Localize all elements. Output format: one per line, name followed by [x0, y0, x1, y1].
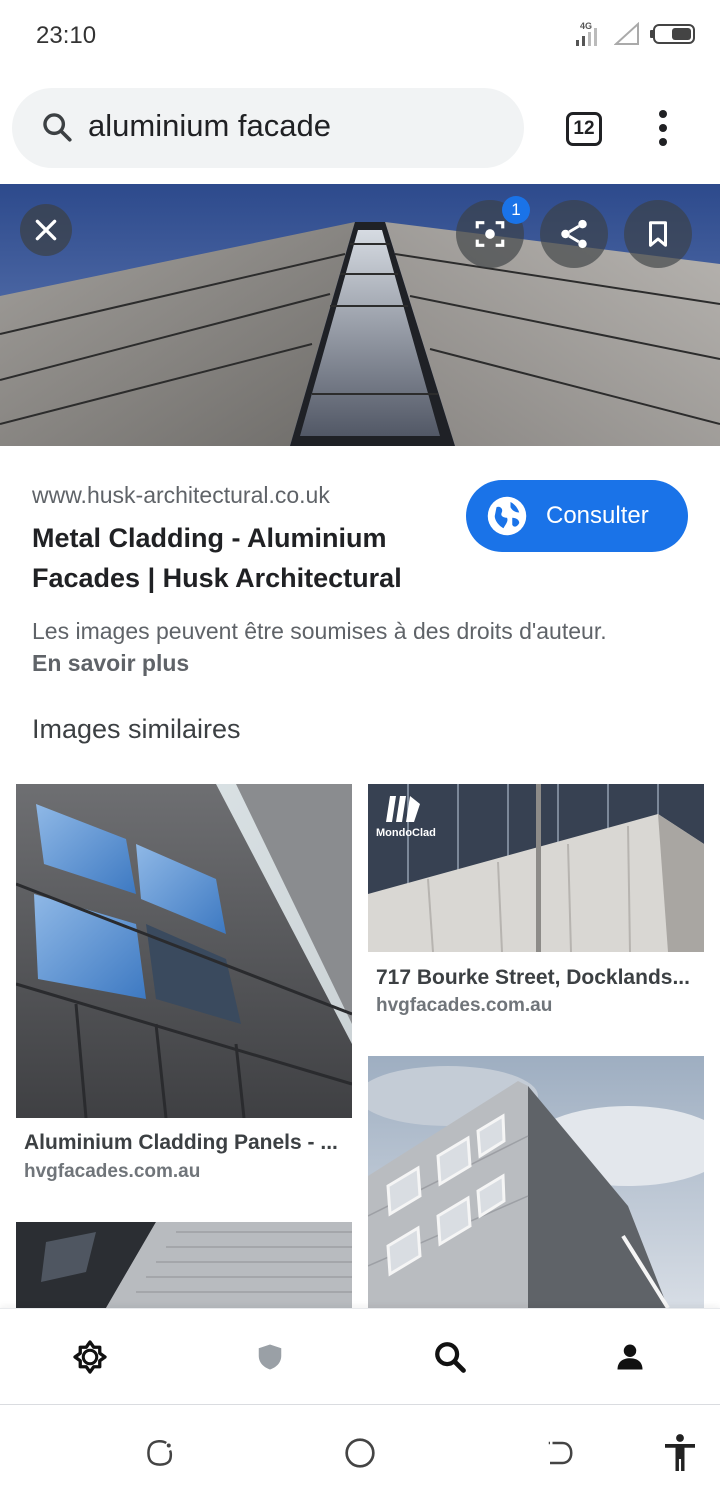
share-icon: [561, 219, 587, 249]
result-title[interactable]: Metal Cladding - Aluminium Facades | Hus…: [32, 518, 452, 598]
nav-search[interactable]: [430, 1337, 470, 1377]
learn-more-link[interactable]: En savoir plus: [32, 650, 189, 677]
result-title-line: Metal Cladding - Aluminium: [32, 523, 387, 553]
recents-icon: [147, 1440, 173, 1466]
nav-discover[interactable]: [70, 1337, 110, 1377]
bookmark-icon: [649, 221, 667, 247]
search-icon: [435, 1342, 466, 1373]
close-icon: [35, 219, 57, 241]
home-button[interactable]: [342, 1435, 378, 1471]
nav-account[interactable]: [610, 1337, 650, 1377]
tab-switcher-button[interactable]: 12: [566, 112, 602, 146]
similar-image-1[interactable]: [16, 784, 352, 1118]
similar-image-2[interactable]: MondoClad: [368, 784, 704, 952]
search-icon: [43, 113, 72, 142]
nav-privacy[interactable]: [250, 1337, 290, 1377]
similar-image-2-title[interactable]: 717 Bourke Street, Docklands...: [376, 966, 706, 990]
mondoclad-logo: MondoClad: [376, 827, 436, 839]
menu-dot: [659, 124, 667, 132]
similar-image-1-domain: hvgfacades.com.au: [24, 1161, 201, 1182]
back-button[interactable]: [542, 1435, 578, 1471]
shield-icon: [258, 1344, 282, 1370]
system-nav-bar: [0, 1404, 720, 1500]
globe-icon: [487, 496, 527, 536]
preview-image[interactable]: [0, 184, 720, 446]
status-bar: 23:10 4G: [0, 0, 720, 72]
account-icon: [617, 1344, 643, 1370]
lens-badge: 1: [502, 196, 530, 224]
overflow-menu-button[interactable]: [648, 108, 678, 148]
similar-image-1-title[interactable]: Aluminium Cladding Panels - ...: [24, 1131, 354, 1155]
menu-dot: [659, 110, 667, 118]
share-button[interactable]: [540, 200, 608, 268]
signal-4g-icon: 4G: [576, 21, 597, 46]
status-time: 23:10: [36, 22, 97, 49]
accessibility-icon: [665, 1434, 695, 1471]
home-circle-icon: [345, 1438, 375, 1468]
close-preview-button[interactable]: [20, 204, 72, 256]
battery-icon: [650, 24, 695, 44]
bookmark-button[interactable]: [624, 200, 692, 268]
tab-count: 12: [573, 118, 595, 139]
back-icon: [548, 1441, 573, 1465]
visit-button[interactable]: Consulter: [466, 480, 688, 552]
similar-images-heading: Images similaires: [32, 714, 241, 744]
similar-image-3[interactable]: [368, 1056, 704, 1308]
similar-image-4[interactable]: [16, 1222, 352, 1308]
network-label: 4G: [580, 21, 592, 31]
lens-icon: [475, 221, 505, 247]
source-url[interactable]: www.husk-architectural.co.uk: [32, 482, 330, 509]
bottom-nav: [0, 1308, 720, 1404]
recents-button[interactable]: [142, 1435, 178, 1471]
accessibility-button[interactable]: [662, 1434, 698, 1471]
result-title-line: Facades | Husk Architectural: [32, 563, 402, 593]
signal-empty-icon: [614, 22, 639, 45]
visit-button-label: Consulter: [546, 502, 649, 529]
copyright-notice: Les images peuvent être soumises à des d…: [32, 618, 607, 644]
similar-image-2-domain: hvgfacades.com.au: [376, 995, 553, 1016]
status-icons: 4G: [574, 20, 696, 48]
discover-icon: [73, 1340, 107, 1374]
menu-dot: [659, 138, 667, 146]
search-query[interactable]: aluminium facade: [88, 108, 331, 144]
